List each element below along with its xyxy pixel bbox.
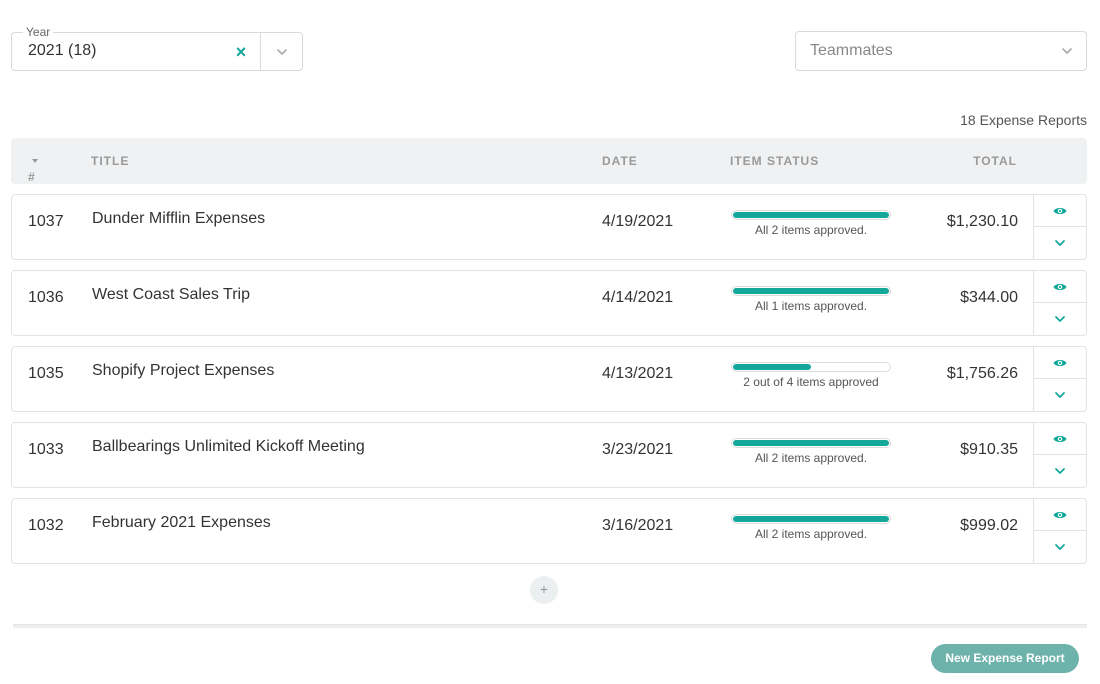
item-status-header: ITEM STATUS bbox=[730, 154, 820, 168]
item-status: All 2 items approved. bbox=[731, 210, 891, 237]
table-row[interactable]: 1032 February 2021 Expenses 3/16/2021 Al… bbox=[11, 498, 1087, 564]
report-title: West Coast Sales Trip bbox=[92, 286, 250, 303]
expense-report-list: 1037 Dunder Mifflin Expenses 4/19/2021 A… bbox=[11, 194, 1087, 574]
date-header: DATE bbox=[602, 154, 638, 168]
eye-icon[interactable] bbox=[1034, 195, 1086, 227]
progress-fill bbox=[733, 212, 889, 218]
eye-icon[interactable] bbox=[1034, 347, 1086, 379]
progress-fill bbox=[733, 364, 811, 370]
chevron-down-icon[interactable] bbox=[261, 33, 303, 70]
report-number: 1032 bbox=[28, 517, 64, 534]
eye-icon[interactable] bbox=[1034, 499, 1086, 531]
chevron-down-icon[interactable] bbox=[1034, 455, 1086, 487]
report-date: 4/13/2021 bbox=[602, 365, 674, 382]
row-actions bbox=[1033, 195, 1086, 259]
progress-fill bbox=[733, 288, 889, 294]
report-total: $999.02 bbox=[960, 517, 1018, 534]
report-number: 1036 bbox=[28, 289, 64, 306]
status-text: All 2 items approved. bbox=[754, 451, 868, 465]
divider bbox=[13, 624, 1087, 628]
teammates-select[interactable]: Teammates bbox=[795, 31, 1087, 71]
item-status: 2 out of 4 items approved bbox=[731, 362, 891, 389]
status-text: 2 out of 4 items approved bbox=[743, 375, 879, 389]
table-header: # TITLE DATE ITEM STATUS TOTAL bbox=[11, 138, 1087, 184]
report-date: 4/19/2021 bbox=[602, 213, 674, 230]
report-title: February 2021 Expenses bbox=[92, 514, 271, 531]
status-text: All 1 items approved. bbox=[754, 299, 868, 313]
table-row[interactable]: 1036 West Coast Sales Trip 4/14/2021 All… bbox=[11, 270, 1087, 336]
title-header: TITLE bbox=[91, 154, 130, 168]
year-value: 2021 (18) bbox=[28, 42, 97, 59]
report-count: 18 Expense Reports bbox=[960, 112, 1087, 128]
status-text: All 2 items approved. bbox=[754, 223, 868, 237]
report-total: $910.35 bbox=[960, 441, 1018, 458]
eye-icon[interactable] bbox=[1034, 271, 1086, 303]
report-date: 3/23/2021 bbox=[602, 441, 674, 458]
row-actions bbox=[1033, 347, 1086, 411]
progress-bar bbox=[731, 514, 891, 524]
progress-fill bbox=[733, 440, 889, 446]
eye-icon[interactable] bbox=[1034, 423, 1086, 455]
progress-bar bbox=[731, 362, 891, 372]
year-select[interactable]: Year 2021 (18) × bbox=[11, 25, 303, 71]
sort-number-header[interactable]: # bbox=[28, 154, 38, 184]
chevron-down-icon[interactable] bbox=[1056, 32, 1078, 70]
report-number: 1033 bbox=[28, 441, 64, 458]
table-row[interactable]: 1033 Ballbearings Unlimited Kickoff Meet… bbox=[11, 422, 1087, 488]
progress-fill bbox=[733, 516, 889, 522]
report-title: Ballbearings Unlimited Kickoff Meeting bbox=[92, 438, 365, 455]
report-number: 1035 bbox=[28, 365, 64, 382]
progress-bar bbox=[731, 286, 891, 296]
report-total: $1,230.10 bbox=[946, 213, 1018, 230]
item-status: All 2 items approved. bbox=[731, 438, 891, 465]
teammates-placeholder: Teammates bbox=[810, 42, 893, 59]
report-title: Dunder Mifflin Expenses bbox=[92, 210, 266, 227]
row-actions bbox=[1033, 271, 1086, 335]
item-status: All 2 items approved. bbox=[731, 514, 891, 541]
item-status: All 1 items approved. bbox=[731, 286, 891, 313]
clear-icon[interactable]: × bbox=[231, 40, 251, 64]
load-more-button[interactable]: + bbox=[530, 576, 558, 604]
table-row[interactable]: 1035 Shopify Project Expenses 4/13/2021 … bbox=[11, 346, 1087, 412]
chevron-down-icon[interactable] bbox=[1034, 379, 1086, 411]
progress-bar bbox=[731, 438, 891, 448]
sort-caret-icon bbox=[32, 158, 38, 163]
table-row[interactable]: 1037 Dunder Mifflin Expenses 4/19/2021 A… bbox=[11, 194, 1087, 260]
status-text: All 2 items approved. bbox=[754, 527, 868, 541]
number-header-label: # bbox=[28, 170, 36, 184]
report-title: Shopify Project Expenses bbox=[92, 362, 275, 379]
chevron-down-icon[interactable] bbox=[1034, 227, 1086, 259]
report-total: $1,756.26 bbox=[946, 365, 1018, 382]
report-date: 3/16/2021 bbox=[602, 517, 674, 534]
report-total: $344.00 bbox=[960, 289, 1018, 306]
chevron-down-icon[interactable] bbox=[1034, 531, 1086, 563]
report-date: 4/14/2021 bbox=[602, 289, 674, 306]
total-header: TOTAL bbox=[973, 154, 1017, 168]
row-actions bbox=[1033, 499, 1086, 563]
year-label: Year bbox=[23, 25, 54, 39]
row-actions bbox=[1033, 423, 1086, 487]
chevron-down-icon[interactable] bbox=[1034, 303, 1086, 335]
report-number: 1037 bbox=[28, 213, 64, 230]
new-expense-report-button[interactable]: New Expense Report bbox=[931, 644, 1079, 673]
progress-bar bbox=[731, 210, 891, 220]
